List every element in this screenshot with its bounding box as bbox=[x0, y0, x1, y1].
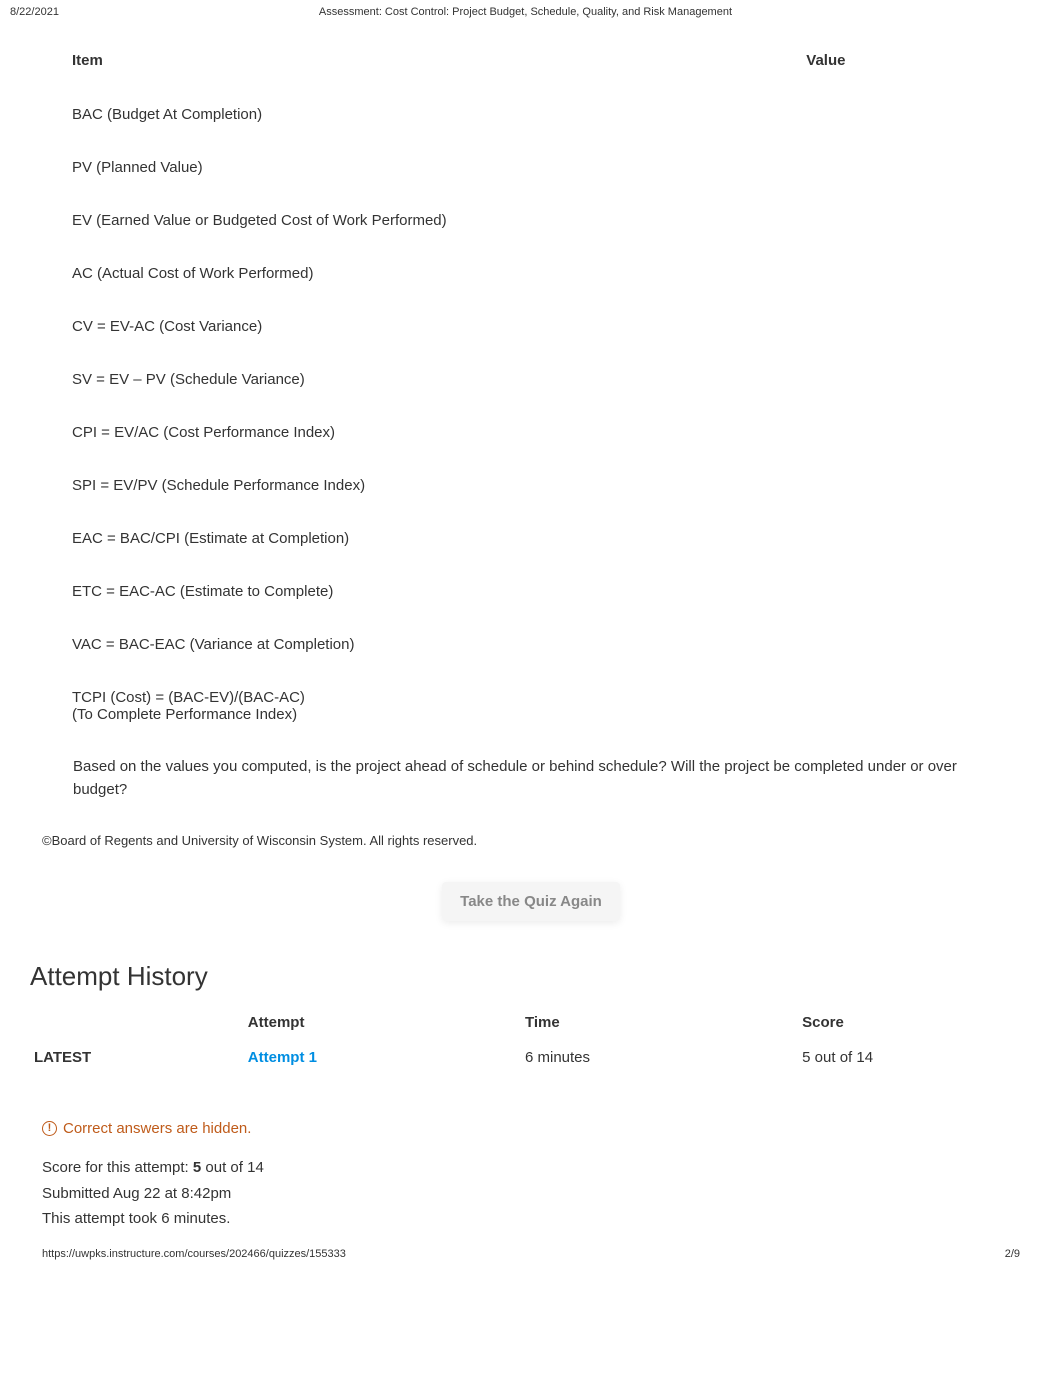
score-line-1: Score for this attempt: 5 out of 14 bbox=[42, 1155, 1020, 1181]
table-row: CV = EV-AC (Cost Variance) bbox=[57, 301, 1010, 352]
header-value: Value bbox=[791, 34, 1010, 87]
value-cell bbox=[791, 248, 1010, 299]
score-info: Score for this attempt: 5 out of 14 Subm… bbox=[30, 1155, 1020, 1232]
take-quiz-again-button[interactable]: Take the Quiz Again bbox=[442, 882, 620, 921]
history-header-time: Time bbox=[525, 1006, 802, 1039]
value-cell bbox=[791, 195, 1010, 246]
correct-hidden-text: Correct answers are hidden. bbox=[63, 1120, 251, 1137]
value-cell bbox=[791, 619, 1010, 670]
score-line-3: This attempt took 6 minutes. bbox=[42, 1206, 1020, 1232]
value-cell bbox=[791, 566, 1010, 617]
footer-url: https://uwpks.instructure.com/courses/20… bbox=[42, 1248, 346, 1260]
history-header-attempt: Attempt bbox=[248, 1006, 525, 1039]
history-row: LATEST Attempt 1 6 minutes 5 out of 14 bbox=[30, 1039, 1020, 1078]
main-content: Item Value BAC (Budget At Completion) PV… bbox=[0, 32, 1062, 811]
history-status: LATEST bbox=[30, 1039, 248, 1078]
correct-answers-hidden: ! Correct answers are hidden. bbox=[30, 1106, 1020, 1155]
value-cell bbox=[791, 354, 1010, 405]
attempt-link[interactable]: Attempt 1 bbox=[248, 1049, 317, 1066]
table-row: SV = EV – PV (Schedule Variance) bbox=[57, 354, 1010, 405]
table-row: EAC = BAC/CPI (Estimate at Completion) bbox=[57, 513, 1010, 564]
item-cell: ETC = EAC-AC (Estimate to Complete) bbox=[57, 566, 789, 617]
item-cell: CV = EV-AC (Cost Variance) bbox=[57, 301, 789, 352]
print-title: Assessment: Cost Control: Project Budget… bbox=[59, 6, 992, 18]
history-score: 5 out of 14 bbox=[802, 1039, 1020, 1078]
attempt-history-table: Attempt Time Score LATEST Attempt 1 6 mi… bbox=[30, 1006, 1020, 1078]
take-quiz-wrapper: Take the Quiz Again bbox=[0, 858, 1062, 955]
earned-value-table: Item Value BAC (Budget At Completion) PV… bbox=[55, 32, 1012, 742]
page-print-header: 8/22/2021 Assessment: Cost Control: Proj… bbox=[0, 0, 1062, 24]
question-prompt: Based on the values you computed, is the… bbox=[55, 742, 1012, 811]
value-cell bbox=[791, 407, 1010, 458]
history-header-status bbox=[30, 1006, 248, 1039]
item-cell: EV (Earned Value or Budgeted Cost of Wor… bbox=[57, 195, 789, 246]
attempt-history-section: Attempt History Attempt Time Score LATES… bbox=[0, 955, 1062, 1232]
value-cell bbox=[791, 460, 1010, 511]
history-time: 6 minutes bbox=[525, 1039, 802, 1078]
value-cell bbox=[791, 142, 1010, 193]
print-date: 8/22/2021 bbox=[10, 6, 59, 18]
table-row: EV (Earned Value or Budgeted Cost of Wor… bbox=[57, 195, 1010, 246]
table-row: VAC = BAC-EAC (Variance at Completion) bbox=[57, 619, 1010, 670]
item-cell: TCPI (Cost) = (BAC-EV)/(BAC-AC) (To Comp… bbox=[57, 672, 789, 740]
item-cell: PV (Planned Value) bbox=[57, 142, 789, 193]
score-line-2: Submitted Aug 22 at 8:42pm bbox=[42, 1181, 1020, 1207]
table-row: TCPI (Cost) = (BAC-EV)/(BAC-AC) (To Comp… bbox=[57, 672, 1010, 740]
table-row: PV (Planned Value) bbox=[57, 142, 1010, 193]
value-cell bbox=[791, 89, 1010, 140]
page-print-footer: https://uwpks.instructure.com/courses/20… bbox=[0, 1232, 1062, 1268]
item-cell: SV = EV – PV (Schedule Variance) bbox=[57, 354, 789, 405]
table-row: AC (Actual Cost of Work Performed) bbox=[57, 248, 1010, 299]
value-cell bbox=[791, 672, 1010, 740]
table-header-row: Item Value bbox=[57, 34, 1010, 87]
item-cell: SPI = EV/PV (Schedule Performance Index) bbox=[57, 460, 789, 511]
table-row: CPI = EV/AC (Cost Performance Index) bbox=[57, 407, 1010, 458]
item-cell: EAC = BAC/CPI (Estimate at Completion) bbox=[57, 513, 789, 564]
table-row: SPI = EV/PV (Schedule Performance Index) bbox=[57, 460, 1010, 511]
table-row: BAC (Budget At Completion) bbox=[57, 89, 1010, 140]
history-header-row: Attempt Time Score bbox=[30, 1006, 1020, 1039]
value-cell bbox=[791, 301, 1010, 352]
history-attempt-cell: Attempt 1 bbox=[248, 1039, 525, 1078]
attempt-history-heading: Attempt History bbox=[30, 955, 1020, 1006]
item-cell: VAC = BAC-EAC (Variance at Completion) bbox=[57, 619, 789, 670]
item-cell: CPI = EV/AC (Cost Performance Index) bbox=[57, 407, 789, 458]
footer-page: 2/9 bbox=[1005, 1248, 1020, 1260]
item-cell: AC (Actual Cost of Work Performed) bbox=[57, 248, 789, 299]
copyright-notice: ©Board of Regents and University of Wisc… bbox=[0, 811, 1062, 858]
item-cell: BAC (Budget At Completion) bbox=[57, 89, 789, 140]
history-header-score: Score bbox=[802, 1006, 1020, 1039]
table-row: ETC = EAC-AC (Estimate to Complete) bbox=[57, 566, 1010, 617]
header-item: Item bbox=[57, 34, 789, 87]
alert-icon: ! bbox=[42, 1121, 57, 1136]
value-cell bbox=[791, 513, 1010, 564]
